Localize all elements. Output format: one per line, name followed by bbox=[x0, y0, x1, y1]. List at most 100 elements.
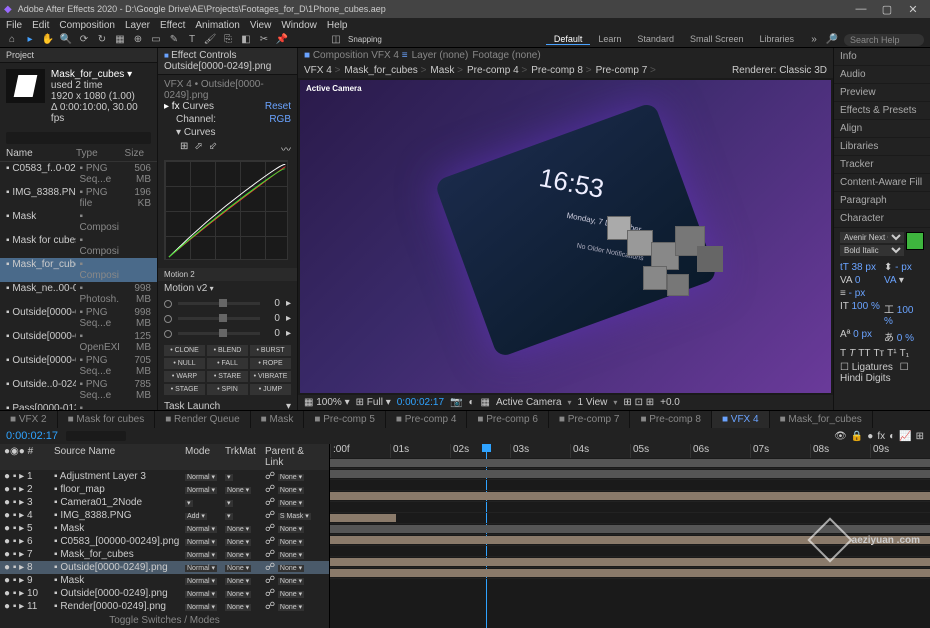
project-item[interactable]: ▪ Pass[0000-0131].png▪ OpenEXR bbox=[0, 402, 157, 410]
motion-btn-spin[interactable]: • SPIN bbox=[207, 384, 248, 395]
roto-tool-icon[interactable]: ✂ bbox=[258, 34, 270, 46]
layer-row[interactable]: ● ▪ ▸ 3▪ Camera01_2Node ▾ ▾☍ None ▾ bbox=[0, 496, 329, 509]
stroke-input[interactable]: - px bbox=[849, 288, 866, 299]
breadcrumb-item[interactable]: Mask_for_cubes bbox=[344, 65, 426, 76]
timeline-tab[interactable]: ■ VFX 2 bbox=[0, 411, 58, 428]
exposure-value[interactable]: +0.0 bbox=[660, 397, 680, 408]
pan-behind-tool-icon[interactable]: ⊕ bbox=[132, 34, 144, 46]
project-item[interactable]: ▪ C0583_f..0-0249].png▪ PNG Seq...e506 M… bbox=[0, 162, 157, 186]
motion-panel-header[interactable]: Motion 2 bbox=[158, 268, 297, 281]
fill-color-swatch[interactable] bbox=[906, 232, 924, 250]
motion-btn-vibrate[interactable]: • VIBRATE bbox=[250, 371, 291, 382]
timecode-display[interactable]: 0:00:02:17 bbox=[397, 397, 444, 408]
motion-slider[interactable]: 0▸ bbox=[158, 326, 297, 341]
panel-effects-presets[interactable]: Effects & Presets bbox=[834, 102, 930, 120]
motion-slider[interactable]: 0▸ bbox=[158, 311, 297, 326]
close-button[interactable]: ✕ bbox=[900, 3, 926, 16]
tsume-input[interactable]: 0 % bbox=[897, 333, 914, 344]
panel-align[interactable]: Align bbox=[834, 120, 930, 138]
layer-row[interactable]: ● ▪ ▸ 1▪ Adjustment Layer 3Normal ▾ ▾☍ N… bbox=[0, 470, 329, 483]
motion-btn-clone[interactable]: • CLONE bbox=[164, 345, 205, 356]
baseline-input[interactable]: 0 px bbox=[853, 329, 872, 340]
motion-btn-stare[interactable]: • STARE bbox=[207, 371, 248, 382]
snapping-icon[interactable]: ◫ bbox=[330, 34, 342, 46]
tab-footage[interactable]: Footage (none) bbox=[472, 50, 540, 61]
text-tool-icon[interactable]: T bbox=[186, 34, 198, 46]
shape-tool-icon[interactable]: ▭ bbox=[150, 34, 162, 46]
curves-mode-icon[interactable]: ⊞ bbox=[180, 141, 188, 156]
motion-btn-jump[interactable]: • JUMP bbox=[250, 384, 291, 395]
motion-btn-warp[interactable]: • WARP bbox=[164, 371, 205, 382]
timeline-tab[interactable]: ■ Pre-comp 6 bbox=[467, 411, 549, 428]
motion-btn-fall[interactable]: • FALL bbox=[207, 358, 248, 369]
curves-auto-icon[interactable]: 〰 bbox=[281, 141, 291, 156]
workspace-standard[interactable]: Standard bbox=[629, 34, 682, 45]
eraser-tool-icon[interactable]: ◧ bbox=[240, 34, 252, 46]
workspace-learn[interactable]: Learn bbox=[590, 34, 629, 45]
layer-row[interactable]: ● ▪ ▸ 6▪ C0583_[00000-00249].pngNormal ▾… bbox=[0, 535, 329, 548]
toggle-switches[interactable]: Toggle Switches / Modes bbox=[0, 613, 329, 628]
puppet-tool-icon[interactable]: 📌 bbox=[276, 34, 288, 46]
menu-edit[interactable]: Edit bbox=[32, 20, 49, 31]
menu-composition[interactable]: Composition bbox=[59, 20, 115, 31]
timeline-tab[interactable]: ■ Pre-comp 8 bbox=[630, 411, 712, 428]
timeline-tab[interactable]: ■ Pre-comp 4 bbox=[386, 411, 468, 428]
menu-effect[interactable]: Effect bbox=[160, 20, 185, 31]
switches-icon[interactable]: ⊞ bbox=[916, 431, 924, 442]
bold-button[interactable]: T bbox=[840, 348, 846, 359]
menu-animation[interactable]: Animation bbox=[195, 20, 239, 31]
project-item[interactable]: ▪ Mask for cubes▪ Composition bbox=[0, 234, 157, 258]
project-item[interactable]: ▪ Mask_for_cubes▪ Composition bbox=[0, 258, 157, 282]
timeline-tab[interactable]: ■ Mask_for_cubes bbox=[770, 411, 873, 428]
breadcrumb-item[interactable]: Pre-comp 4 bbox=[467, 65, 527, 76]
breadcrumb-item[interactable]: Mask bbox=[430, 65, 463, 76]
allcaps-button[interactable]: TT bbox=[858, 348, 870, 359]
curves-linear-icon[interactable]: ⬃ bbox=[209, 141, 217, 156]
vscale-input[interactable]: 100 % bbox=[851, 301, 879, 312]
brush-tool-icon[interactable]: 🖌 bbox=[204, 34, 216, 46]
project-item[interactable]: ▪ Outside[0000-0249].png▪ OpenEXR125 MB bbox=[0, 330, 157, 354]
track[interactable] bbox=[330, 513, 930, 524]
layer-row[interactable]: ● ▪ ▸ 9▪ MaskNormal ▾None ▾☍ None ▾ bbox=[0, 574, 329, 587]
track[interactable] bbox=[330, 491, 930, 502]
motion-btn-burst[interactable]: • BURST bbox=[250, 345, 291, 356]
curves-bezier-icon[interactable]: ⬀ bbox=[194, 141, 202, 156]
timeline-tab[interactable]: ■ Pre-comp 5 bbox=[304, 411, 386, 428]
font-size-input[interactable]: 38 px bbox=[852, 262, 876, 273]
curves-graph[interactable] bbox=[164, 160, 288, 260]
project-item[interactable]: ▪ Mask▪ Composition bbox=[0, 210, 157, 234]
tab-layer[interactable]: Layer (none) bbox=[412, 50, 469, 61]
renderer-label[interactable]: Renderer: Classic 3D bbox=[732, 65, 827, 76]
ligatures-checkbox[interactable]: ☐ Ligatures bbox=[840, 362, 893, 373]
tab-composition[interactable]: ■ Composition VFX 4 ≡ bbox=[304, 50, 408, 61]
fx-icon[interactable]: fx bbox=[877, 431, 885, 442]
breadcrumb-item[interactable]: VFX 4 bbox=[304, 65, 340, 76]
project-item[interactable]: ▪ Outside[0000-0249].png▪ PNG Seq...e705… bbox=[0, 354, 157, 378]
subscript-button[interactable]: T₁ bbox=[900, 348, 909, 359]
project-tab[interactable]: Project bbox=[0, 48, 157, 63]
timeline-timecode[interactable]: 0:00:02:17 bbox=[6, 430, 58, 442]
motion-btn-rope[interactable]: • ROPE bbox=[250, 358, 291, 369]
layer-row[interactable]: ● ▪ ▸ 5▪ MaskNormal ▾None ▾☍ None ▾ bbox=[0, 522, 329, 535]
menu-layer[interactable]: Layer bbox=[125, 20, 150, 31]
hand-tool-icon[interactable]: ✋ bbox=[42, 34, 54, 46]
panel-menu-icon[interactable]: » bbox=[808, 34, 820, 46]
effect-controls-tab[interactable]: ■ Effect Controls Outside[0000-0249].png bbox=[158, 48, 297, 75]
menu-file[interactable]: File bbox=[6, 20, 22, 31]
superscript-button[interactable]: T¹ bbox=[887, 348, 896, 359]
orbit-tool-icon[interactable]: ⟳ bbox=[78, 34, 90, 46]
solo-icon[interactable]: ● bbox=[867, 431, 873, 442]
breadcrumb-item[interactable]: Pre-comp 7 bbox=[596, 65, 656, 76]
track[interactable] bbox=[330, 480, 930, 491]
timeline-tab[interactable]: ■ Pre-comp 7 bbox=[549, 411, 631, 428]
timeline-tab[interactable]: ■ Mask for cubes bbox=[58, 411, 156, 428]
panel-character[interactable]: Character bbox=[834, 210, 930, 228]
track[interactable] bbox=[330, 568, 930, 579]
project-item-list[interactable]: ▪ C0583_f..0-0249].png▪ PNG Seq...e506 M… bbox=[0, 162, 157, 410]
workspace-default[interactable]: Default bbox=[546, 34, 591, 45]
menu-help[interactable]: Help bbox=[327, 20, 348, 31]
view-dropdown[interactable]: 1 View bbox=[578, 397, 608, 408]
panel-tracker[interactable]: Tracker bbox=[834, 156, 930, 174]
layer-row[interactable]: ● ▪ ▸ 4▪ IMG_8388.PNGAdd ▾ ▾☍ S Mask ▾ bbox=[0, 509, 329, 522]
font-family-dropdown[interactable]: Avenir Next Cyr bbox=[840, 232, 904, 243]
